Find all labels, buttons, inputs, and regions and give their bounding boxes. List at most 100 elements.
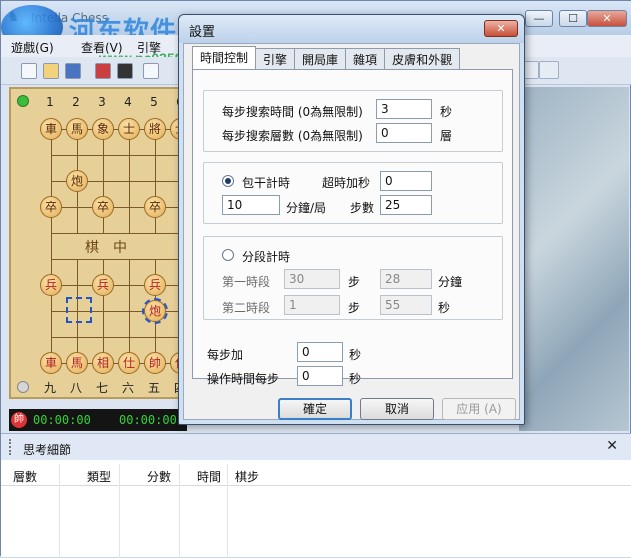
- op-time-label: 操作時間每步: [207, 372, 280, 386]
- clock-strip: 帥 00:00:00 00:00:00: [9, 409, 187, 431]
- steps-label: 步數: [350, 201, 375, 215]
- chess-piece[interactable]: 將: [144, 118, 166, 140]
- apply-button[interactable]: 应用 (A): [442, 398, 516, 420]
- chess-piece[interactable]: 炮: [142, 298, 168, 324]
- grid-line: [129, 259, 130, 363]
- tab-skins[interactable]: 皮膚和外觀: [384, 48, 461, 70]
- chess-piece[interactable]: 帥: [144, 352, 166, 374]
- chess-piece[interactable]: 兵: [92, 274, 114, 296]
- tab-strip: 時間控制 引擎 開局庫 雜項 皮膚和外觀: [192, 46, 461, 70]
- phase2-steps-input[interactable]: [284, 295, 340, 315]
- chess-piece[interactable]: 兵: [40, 274, 62, 296]
- phase2-seconds-input[interactable]: [380, 295, 432, 315]
- maximize-button[interactable]: ☐: [559, 10, 587, 27]
- overtime-label: 超時加秒: [322, 176, 371, 190]
- right-tools: [519, 61, 571, 83]
- chess-piece[interactable]: 卒: [92, 196, 114, 218]
- red-side-icon[interactable]: [95, 63, 111, 79]
- phase2-steps-unit: 步: [348, 301, 361, 315]
- column-header-type[interactable]: 類型: [87, 468, 111, 485]
- grid-line: [51, 285, 187, 286]
- chess-piece[interactable]: 相: [92, 352, 114, 374]
- chess-piece[interactable]: 仕: [118, 352, 140, 374]
- segmented-timing-radio[interactable]: [222, 249, 234, 261]
- close-button[interactable]: ✕: [587, 10, 627, 27]
- dialog-close-button[interactable]: ✕: [484, 20, 518, 37]
- grid-line: [51, 259, 187, 260]
- dialog-title-bar[interactable]: 設置 ✕: [179, 15, 524, 43]
- chess-piece[interactable]: 卒: [40, 196, 62, 218]
- column-header-depth[interactable]: 層數: [13, 468, 37, 485]
- overtime-input[interactable]: [380, 171, 432, 191]
- waiting-indicator-icon: [17, 381, 29, 393]
- minimize-button[interactable]: —: [525, 10, 553, 27]
- chess-piece[interactable]: 卒: [144, 196, 166, 218]
- column-divider: [119, 464, 120, 558]
- menu-game[interactable]: 遊戲(G): [11, 39, 54, 56]
- column-header-time[interactable]: 時間: [197, 468, 221, 485]
- phase2-label: 第二時段: [222, 301, 271, 315]
- package-timing-group: 包干計時 超時加秒 分鐘/局 步數: [203, 162, 503, 224]
- file-numbers-bottom: 九 八 七 六 五 四: [37, 379, 193, 396]
- chess-piece[interactable]: 馬: [66, 352, 88, 374]
- phase1-steps-unit: 步: [348, 275, 361, 289]
- think-details-panel: 思考細節 ✕ 層數 類型 分數 時間 棋步: [1, 433, 631, 558]
- save-icon[interactable]: [65, 63, 81, 79]
- minutes-per-game-input[interactable]: [222, 195, 280, 215]
- file-label: 3: [98, 95, 106, 109]
- open-folder-icon[interactable]: [43, 63, 59, 79]
- search-icon[interactable]: [143, 63, 159, 79]
- tab-opening-book[interactable]: 開局庫: [294, 48, 347, 70]
- chess-piece[interactable]: 馬: [66, 118, 88, 140]
- per-move-time-input[interactable]: [376, 99, 432, 119]
- op-time-unit: 秒: [349, 372, 362, 386]
- tab-engine[interactable]: 引擎: [255, 48, 296, 70]
- chess-piece[interactable]: 炮: [66, 170, 88, 192]
- segmented-timing-label: 分段計時: [242, 250, 291, 264]
- new-file-icon[interactable]: [21, 63, 37, 79]
- file-numbers-top: 1 2 3 4 5 6: [37, 95, 193, 109]
- chess-board[interactable]: 1 2 3 4 5 6 棋中 車 馬 象 士 將 士: [9, 87, 192, 399]
- file-label: 八: [69, 381, 82, 395]
- play-forward-icon[interactable]: [539, 61, 559, 79]
- grid-line: [51, 233, 187, 234]
- package-timing-label: 包干計時: [242, 176, 291, 190]
- per-move-depth-input[interactable]: [376, 123, 432, 143]
- side-background-pane: [519, 87, 629, 431]
- black-side-icon[interactable]: [117, 63, 133, 79]
- per-move-time-unit: 秒: [440, 105, 453, 119]
- move-origin-marker: [66, 297, 92, 323]
- increment-input[interactable]: [297, 342, 343, 362]
- grid-line: [51, 155, 187, 156]
- column-divider: [179, 464, 180, 558]
- minutes-per-game-unit: 分鐘/局: [286, 201, 327, 215]
- panel-grip-icon[interactable]: [9, 439, 13, 455]
- tab-misc[interactable]: 雜項: [345, 48, 386, 70]
- column-header-moves[interactable]: 棋步: [235, 468, 259, 485]
- chess-piece[interactable]: 象: [92, 118, 114, 140]
- per-move-time-label: 每步搜索時間 (0為無限制): [222, 105, 363, 119]
- file-label: 六: [121, 381, 134, 395]
- phase1-minutes-input[interactable]: [380, 269, 432, 289]
- chess-piece[interactable]: 兵: [144, 274, 166, 296]
- tab-time-control[interactable]: 時間控制: [192, 46, 257, 70]
- file-label: 2: [72, 95, 80, 109]
- file-label: 九: [43, 381, 56, 395]
- phase1-steps-input[interactable]: [284, 269, 340, 289]
- chess-piece[interactable]: 士: [118, 118, 140, 140]
- chess-piece[interactable]: 車: [40, 118, 62, 140]
- think-panel-close-button[interactable]: ✕: [606, 438, 618, 454]
- think-panel-title: 思考細節: [23, 443, 72, 457]
- red-clock: 00:00:00: [33, 413, 91, 427]
- package-timing-radio[interactable]: [222, 175, 234, 187]
- chess-piece[interactable]: 車: [40, 352, 62, 374]
- op-time-input[interactable]: [297, 366, 343, 386]
- dialog-title: 設置: [189, 25, 216, 40]
- ok-button[interactable]: 確定: [278, 398, 352, 420]
- steps-input[interactable]: [380, 195, 432, 215]
- cancel-button[interactable]: 取消: [360, 398, 434, 420]
- file-label: 4: [124, 95, 132, 109]
- red-side-badge: 帥: [11, 412, 27, 428]
- column-header-score[interactable]: 分數: [147, 468, 171, 485]
- search-limit-group: 每步搜索時間 (0為無限制) 秒 每步搜索層數 (0為無限制) 層: [203, 90, 503, 152]
